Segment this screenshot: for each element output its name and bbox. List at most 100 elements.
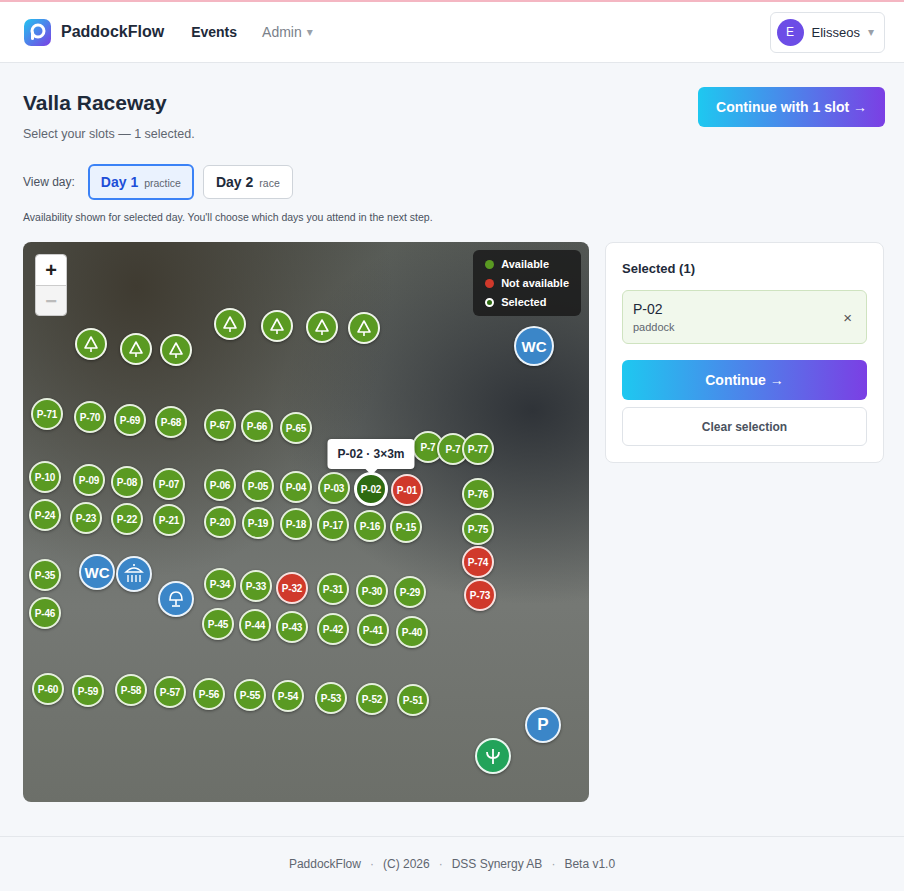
- title-block: Valla Raceway Select your slots — 1 sele…: [23, 87, 195, 141]
- footer-separator: ·: [439, 857, 443, 871]
- slot-pin[interactable]: P-58: [115, 674, 147, 706]
- amenity-marker[interactable]: P: [525, 707, 561, 743]
- slot-pin[interactable]: P-21: [153, 504, 185, 536]
- slot-pin[interactable]: P-68: [155, 406, 187, 438]
- tree-icon: [355, 319, 373, 337]
- slot-type: paddock: [633, 321, 675, 333]
- continue-button[interactable]: Continue with 1 slot →: [698, 87, 885, 127]
- amenity-marker[interactable]: [475, 738, 511, 774]
- day-button[interactable]: Day 2 race: [203, 165, 293, 199]
- logo-icon: [24, 19, 51, 46]
- slot-pin[interactable]: P-23: [70, 502, 102, 534]
- amenity-marker[interactable]: [160, 334, 192, 366]
- slot-pin[interactable]: P-02: [354, 472, 388, 506]
- footer-separator: ·: [551, 857, 555, 871]
- amenity-marker[interactable]: WC: [514, 326, 554, 366]
- legend-item: Selected: [485, 296, 569, 308]
- slot-pin[interactable]: P-16: [354, 510, 386, 542]
- slot-pin[interactable]: P-24: [29, 499, 61, 531]
- day-button[interactable]: Day 1 practice: [88, 164, 194, 200]
- slot-tooltip: P-02 · 3×3m: [327, 439, 414, 469]
- slot-pin[interactable]: P-03: [318, 472, 350, 504]
- tree-icon: [127, 340, 145, 358]
- amenity-marker[interactable]: [120, 333, 152, 365]
- slot-pin[interactable]: P-09: [73, 464, 105, 496]
- slot-pin[interactable]: P-74: [462, 546, 494, 578]
- amenity-marker[interactable]: WC: [79, 554, 115, 590]
- amenity-marker[interactable]: [306, 311, 338, 343]
- slot-pin[interactable]: P-18: [280, 508, 312, 540]
- slot-pin[interactable]: P-17: [317, 509, 349, 541]
- zoom-control: +−: [35, 254, 67, 316]
- slot-pin[interactable]: P-35: [29, 559, 61, 591]
- slot-pin[interactable]: P-43: [276, 611, 308, 643]
- slot-pin[interactable]: P-56: [193, 678, 225, 710]
- slot-pin[interactable]: P-15: [390, 511, 422, 543]
- availability-note: Availability shown for selected day. You…: [23, 211, 885, 223]
- slot-pin[interactable]: P-40: [396, 616, 428, 648]
- day-label: View day:: [23, 175, 75, 189]
- slot-pin[interactable]: P-75: [462, 513, 494, 545]
- amenity-marker[interactable]: [348, 312, 380, 344]
- slot-pin[interactable]: P-54: [272, 680, 304, 712]
- slot-pin[interactable]: P-31: [317, 573, 349, 605]
- brand[interactable]: PaddockFlow: [24, 19, 164, 46]
- slot-pin[interactable]: P-06: [204, 469, 236, 501]
- slot-pin[interactable]: P-41: [357, 614, 389, 646]
- slot-pin[interactable]: P-60: [32, 673, 64, 705]
- map-legend: Available Not available Selected: [473, 250, 581, 316]
- slot-pin[interactable]: P-29: [394, 576, 426, 608]
- slot-pin[interactable]: P-44: [239, 609, 271, 641]
- slot-pin[interactable]: P-55: [234, 679, 266, 711]
- slot-pin[interactable]: P-30: [356, 575, 388, 607]
- slot-pin[interactable]: P-22: [111, 503, 143, 535]
- slot-pin[interactable]: P-77: [462, 433, 494, 465]
- slot-pin[interactable]: P-45: [202, 608, 234, 640]
- slot-pin[interactable]: P-19: [242, 507, 274, 539]
- map[interactable]: +− WC WC P P-71 P-70P-69 P-68 P-67P-66P-65 P-7…: [23, 242, 589, 802]
- amenity-marker[interactable]: [116, 556, 152, 592]
- slot-pin[interactable]: P-57: [154, 676, 186, 708]
- remove-button[interactable]: ×: [839, 309, 856, 326]
- amenity-marker[interactable]: [158, 581, 194, 617]
- slot-pin[interactable]: P-76: [462, 478, 494, 510]
- amenity-marker[interactable]: [75, 328, 107, 360]
- slot-pin[interactable]: P-05: [242, 470, 274, 502]
- slot-pin[interactable]: P-67: [204, 409, 236, 441]
- brand-name: PaddockFlow: [61, 23, 164, 41]
- slot-pin[interactable]: P-04: [280, 471, 312, 503]
- slot-pin[interactable]: P-07: [153, 468, 185, 500]
- nav-item[interactable]: Admin▾: [262, 24, 313, 40]
- slot-pin[interactable]: P-59: [72, 675, 104, 707]
- slot-pin[interactable]: P-01: [391, 474, 423, 506]
- slot-pin[interactable]: P-52: [356, 683, 388, 715]
- user-avatar: E: [777, 19, 804, 46]
- slot-pin[interactable]: P-69: [114, 404, 146, 436]
- slot-pin[interactable]: P-51: [397, 684, 429, 716]
- slot-pin[interactable]: P-20: [204, 506, 236, 538]
- slot-pin[interactable]: P-32: [276, 572, 308, 604]
- slot-pin[interactable]: P-46: [29, 597, 61, 629]
- slot-pin[interactable]: P-70: [74, 401, 106, 433]
- amenity-marker[interactable]: [261, 310, 293, 342]
- slot-pin[interactable]: P-73: [464, 579, 496, 611]
- slot-pin[interactable]: P-42: [317, 613, 349, 645]
- user-menu[interactable]: E Elisseos ▾: [770, 12, 885, 53]
- slot-pin[interactable]: P-34: [204, 568, 236, 600]
- clear-selection-button[interactable]: Clear selection: [622, 407, 867, 446]
- slot-pin[interactable]: P-65: [280, 412, 312, 444]
- water-station-icon: [167, 589, 185, 609]
- slot-pin[interactable]: P-71: [31, 398, 63, 430]
- slot-pin[interactable]: P-08: [111, 466, 143, 498]
- footer-item: Beta v1.0: [564, 857, 615, 871]
- nav-item[interactable]: Events: [191, 24, 237, 40]
- slot-pin[interactable]: P-33: [240, 570, 272, 602]
- zoom-button[interactable]: +: [36, 255, 66, 285]
- amenity-marker[interactable]: [214, 308, 246, 340]
- panel-continue-button[interactable]: Continue →: [622, 360, 867, 400]
- page-title: Valla Raceway: [23, 91, 195, 115]
- slot-pin[interactable]: P-66: [241, 410, 273, 442]
- slot-pin[interactable]: P-10: [29, 461, 61, 493]
- slot-pin[interactable]: P-53: [315, 682, 347, 714]
- zoom-button[interactable]: −: [36, 285, 66, 315]
